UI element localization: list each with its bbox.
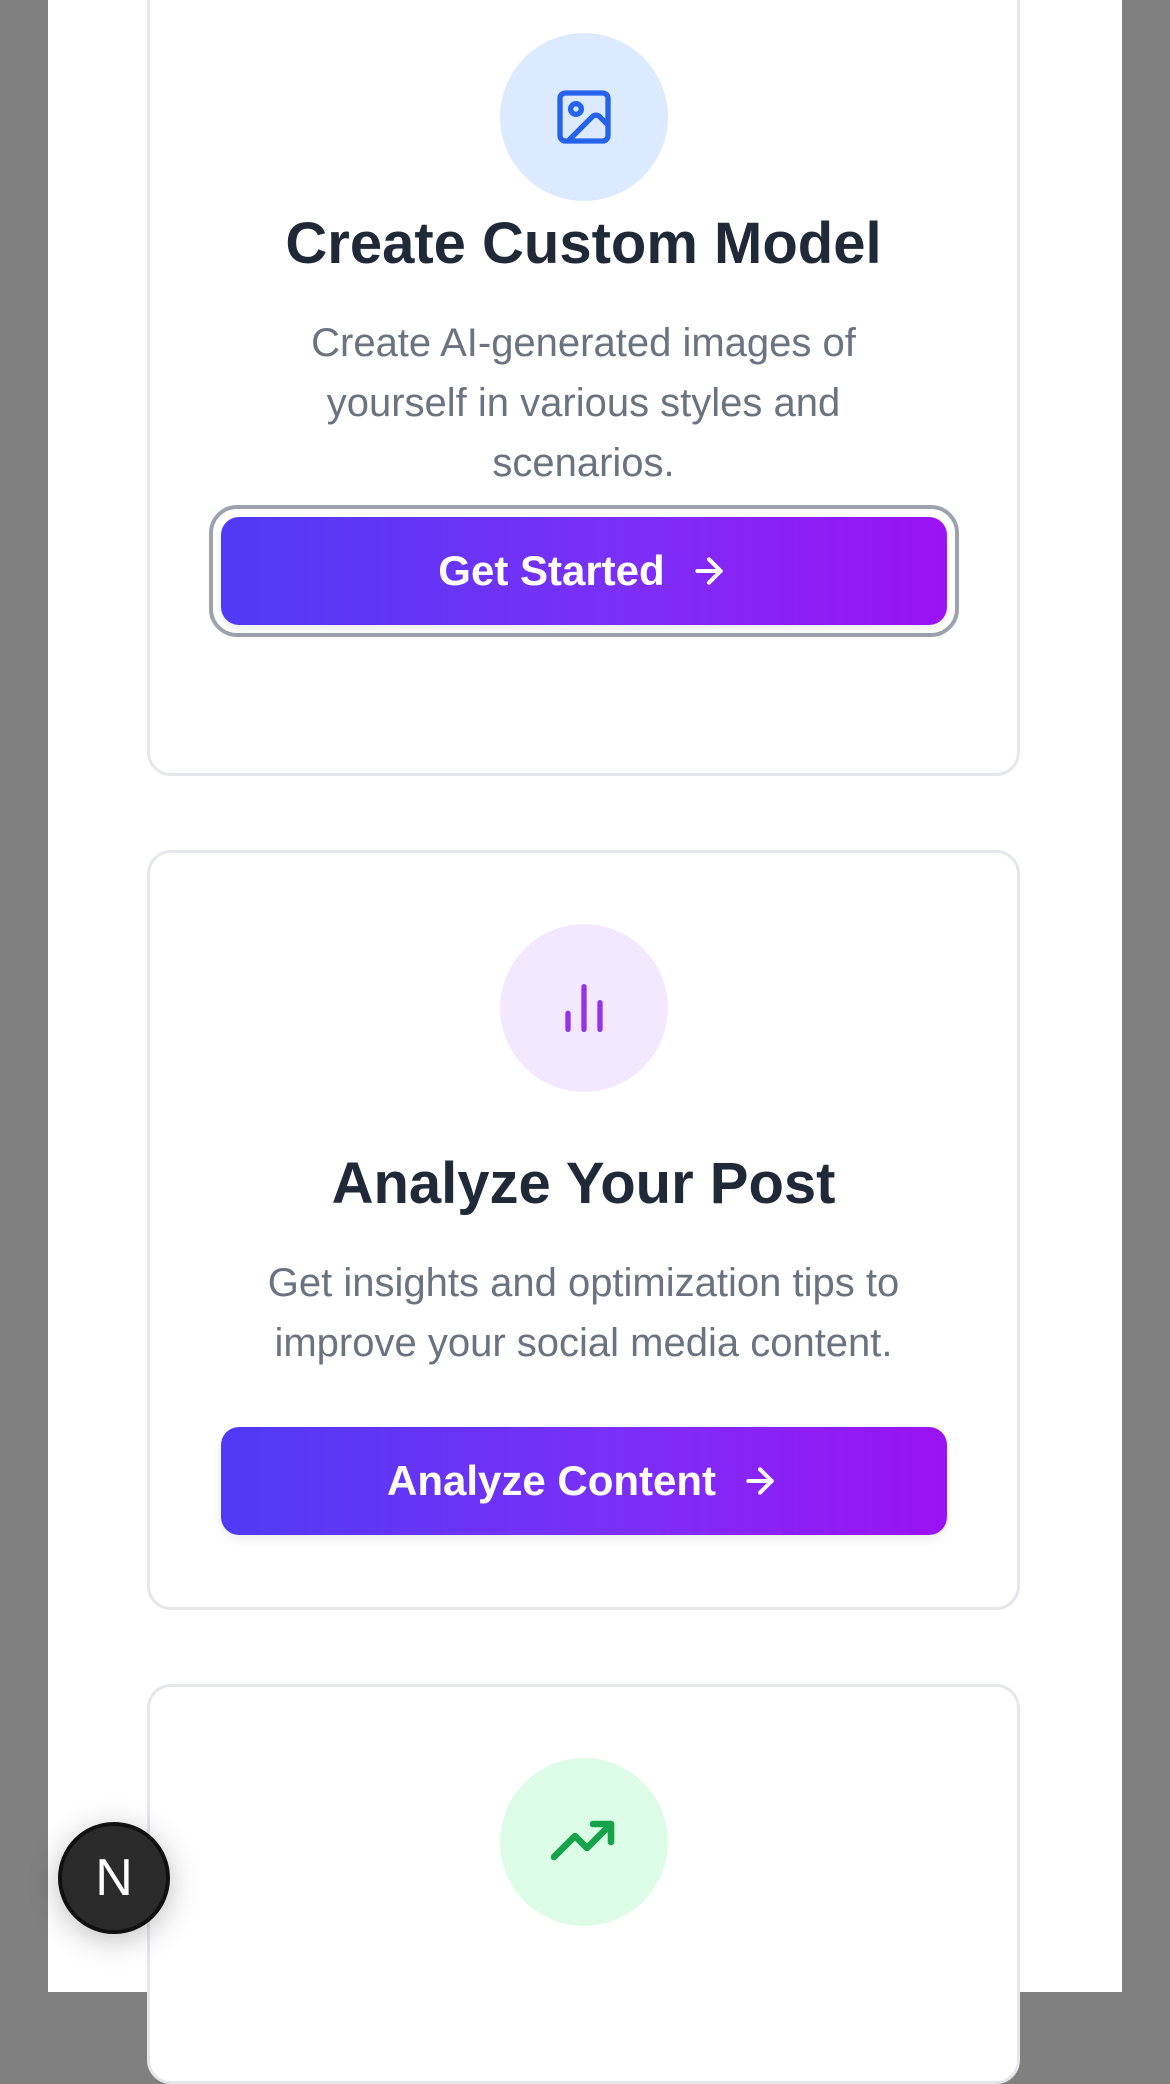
- get-started-button[interactable]: Get Started: [220, 517, 947, 625]
- card-title: Create Custom Model: [285, 211, 882, 276]
- arrow-right-icon: [746, 1467, 774, 1495]
- analyze-content-button-wrap: Analyze Content: [220, 1427, 947, 1535]
- nextjs-dev-badge[interactable]: N: [58, 1822, 170, 1934]
- bar-chart-icon: [564, 984, 603, 1032]
- card-title: Analyze Your Post: [331, 1151, 836, 1216]
- button-label: Get Started: [438, 547, 665, 594]
- trending-up-icon: [550, 1820, 614, 1861]
- analyze-content-button[interactable]: Analyze Content: [220, 1427, 947, 1535]
- page-content: Create Custom Model Create AI-generated …: [48, 0, 1122, 2084]
- button-label: Analyze Content: [386, 1457, 717, 1504]
- arrow-right-icon: [695, 557, 723, 585]
- card-trending: [147, 1684, 1020, 2084]
- card-analyze-your-post: Analyze Your Post Get insights and optim…: [147, 850, 1020, 1610]
- bar-chart-icon-circle: [499, 924, 668, 1092]
- card-description: Create AI-generated images of yourself i…: [311, 321, 856, 485]
- card-description: Get insights and optimization tips to im…: [267, 1261, 900, 1365]
- badge-label: N: [95, 1849, 133, 1907]
- image-icon-circle: [499, 33, 668, 201]
- card-create-custom-model: Create Custom Model Create AI-generated …: [147, 0, 1020, 776]
- get-started-button-wrap: Get Started: [208, 505, 959, 637]
- trending-up-icon-circle: [499, 1758, 668, 1926]
- image-icon: [556, 90, 611, 144]
